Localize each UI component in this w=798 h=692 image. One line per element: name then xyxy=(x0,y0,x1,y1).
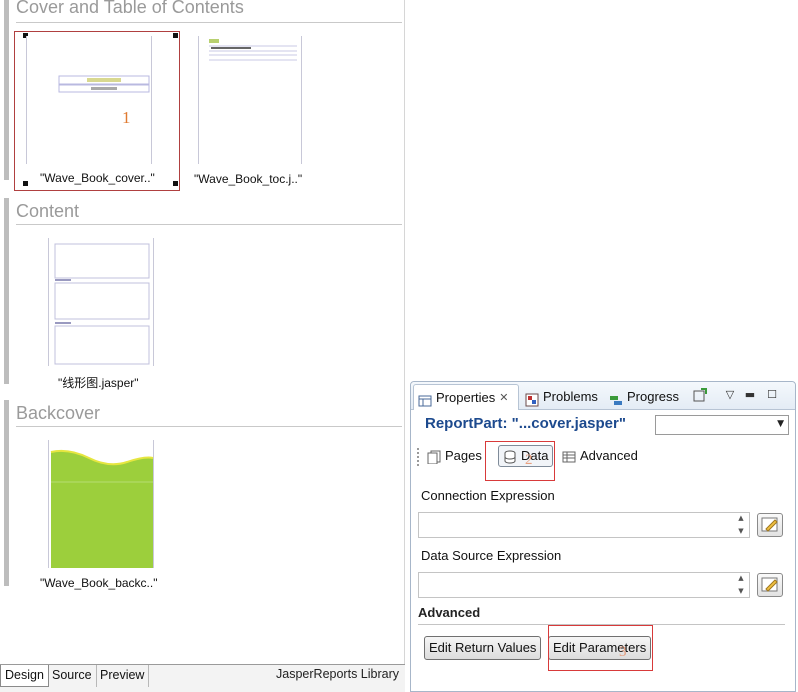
resize-handle[interactable] xyxy=(23,181,28,186)
section-title: Cover and Table of Contents xyxy=(16,0,244,17)
library-label: JasperReports Library xyxy=(276,667,399,681)
data-source-expression-label: Data Source Expression xyxy=(421,548,562,563)
connection-expression-field[interactable] xyxy=(418,512,750,538)
tab-label: Progress xyxy=(627,389,680,404)
view-tab-bar: Properties ✕ Problems Progress ▽ ▬ ☐ xyxy=(411,382,795,410)
tab-properties[interactable]: Properties ✕ xyxy=(413,384,519,410)
cover-page-preview xyxy=(58,75,150,93)
edit-return-values-button[interactable]: Edit Return Values xyxy=(424,636,542,660)
subtab-label: Pages xyxy=(445,448,482,463)
section-bar xyxy=(4,198,9,384)
resize-handle[interactable] xyxy=(173,181,178,186)
book-editor: Cover and Table of Contents 1 "Wave_Book… xyxy=(0,0,405,692)
connection-expression-label: Connection Expression xyxy=(421,488,555,503)
part-cover[interactable]: 1 "Wave_Book_cover.." xyxy=(14,31,180,191)
empty-editor-area xyxy=(406,0,798,380)
part-toc[interactable]: "Wave_Book_toc.j.." xyxy=(190,34,320,194)
annotation-box-data xyxy=(485,441,555,481)
section-bar xyxy=(4,400,9,586)
editor-tab-bar: Design Source Preview JasperReports Libr… xyxy=(0,664,405,692)
chevron-down-icon: ▼ xyxy=(777,419,784,429)
maximize-icon[interactable]: ☐ xyxy=(765,388,779,402)
tab-label: Properties xyxy=(436,389,496,405)
tab-progress[interactable]: Progress xyxy=(605,384,683,410)
data-source-expression-field[interactable] xyxy=(418,572,750,598)
tab-problems[interactable]: Problems xyxy=(521,384,602,410)
advanced-section-label: Advanced xyxy=(418,605,481,620)
expression-editor-button[interactable] xyxy=(757,513,783,537)
section-title: Content xyxy=(16,201,80,221)
resize-handle[interactable] xyxy=(173,33,178,38)
section-rule xyxy=(16,224,402,225)
tab-design[interactable]: Design xyxy=(0,665,49,687)
section-rule xyxy=(16,426,402,427)
page-thumbnail xyxy=(48,238,154,366)
content-page-preview xyxy=(54,243,150,365)
report-part-title: ReportPart: "...cover.jasper" xyxy=(425,415,626,432)
page-thumbnail xyxy=(26,36,152,164)
tab-preview[interactable]: Preview xyxy=(96,665,150,687)
progress-icon xyxy=(609,390,623,405)
pages-icon xyxy=(427,449,441,465)
expression-editor-button[interactable] xyxy=(757,573,783,597)
part-backcover[interactable]: "Wave_Book_backc.." xyxy=(40,438,170,598)
subtab-advanced[interactable]: Advanced xyxy=(558,445,642,467)
properties-icon xyxy=(418,391,432,406)
part-caption: "Wave_Book_backc.." xyxy=(40,576,158,590)
tab-label: Problems xyxy=(543,389,598,404)
minimize-icon[interactable]: ▬ xyxy=(743,388,757,402)
subtab-pages[interactable]: Pages xyxy=(423,445,486,467)
scrollbar[interactable]: ▲ ▼ xyxy=(733,572,749,598)
part-caption: "Wave_Book_cover.." xyxy=(40,171,155,185)
section-title: Backcover xyxy=(16,403,101,423)
section-rule xyxy=(16,22,402,23)
part-caption: "线形图.jasper" xyxy=(58,376,139,390)
part-content[interactable]: "线形图.jasper" xyxy=(40,236,170,396)
view-menu-icon[interactable]: ▽ xyxy=(723,388,737,402)
backcover-page-preview xyxy=(50,449,154,568)
properties-view: Properties ✕ Problems Progress ▽ ▬ ☐ Rep… xyxy=(410,381,796,692)
page-thumbnail xyxy=(198,36,302,164)
section-bar xyxy=(4,0,9,180)
page-thumbnail xyxy=(48,440,154,568)
report-part-select[interactable]: ▼ xyxy=(655,415,789,435)
scrollbar[interactable]: ▲ ▼ xyxy=(733,512,749,538)
tab-source[interactable]: Source xyxy=(48,665,97,687)
edit-expression-icon xyxy=(761,577,778,592)
annotation-box-edit-parameters xyxy=(548,625,653,671)
toc-page-preview xyxy=(209,39,297,61)
part-caption: "Wave_Book_toc.j.." xyxy=(194,172,303,186)
table-icon xyxy=(562,449,576,463)
annotation-marker-1: 1 xyxy=(122,108,131,127)
pin-view-icon[interactable] xyxy=(693,388,707,402)
close-icon[interactable]: ✕ xyxy=(499,385,508,411)
edit-expression-icon xyxy=(761,517,778,532)
problems-icon xyxy=(525,390,539,407)
section-tab-bar: Pages Data 2 Advanced xyxy=(415,444,791,470)
subtab-label: Advanced xyxy=(580,448,638,463)
toolbar-grip xyxy=(417,448,419,466)
